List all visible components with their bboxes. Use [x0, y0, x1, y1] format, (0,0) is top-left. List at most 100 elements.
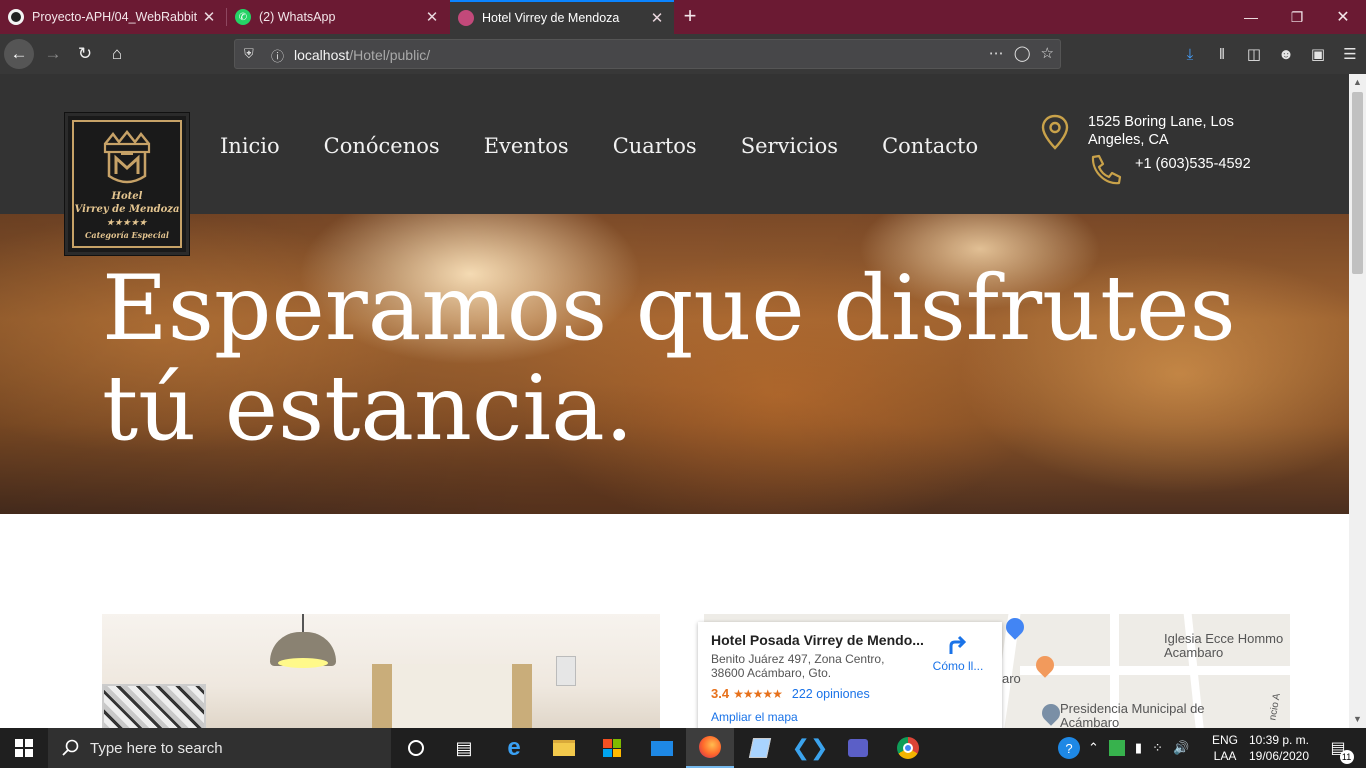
- tab-whatsapp[interactable]: ✆ (2) WhatsApp ✕: [227, 0, 449, 34]
- tab-hotel[interactable]: Hotel Virrey de Mendoza ✕: [450, 0, 674, 34]
- hero-banner: Esperamos que disfrutes tú estancia.: [0, 214, 1349, 514]
- tab-title: Hotel Virrey de Mendoza: [482, 11, 620, 25]
- language-indicator[interactable]: ENG LAA: [1208, 732, 1242, 764]
- close-window-button[interactable]: ✕: [1320, 0, 1366, 34]
- notification-center[interactable]: ▤ 11: [1318, 728, 1358, 768]
- close-icon[interactable]: ✕: [648, 9, 666, 27]
- extension-icon[interactable]: ▣: [1302, 45, 1334, 63]
- pocket-icon[interactable]: ◯: [1014, 44, 1031, 62]
- restore-button[interactable]: ❐: [1274, 0, 1320, 34]
- help-icon[interactable]: ?: [1058, 737, 1080, 759]
- sidebar-icon[interactable]: ◫: [1238, 45, 1270, 63]
- menu-item-inicio[interactable]: Inicio: [220, 134, 280, 158]
- search-icon: [62, 739, 79, 756]
- url-host: localhost: [294, 47, 350, 63]
- page-scrollbar[interactable]: ▲ ▼: [1349, 74, 1366, 728]
- back-button[interactable]: ←: [4, 39, 34, 69]
- logo-line-4: Categoría Especial: [85, 230, 169, 240]
- library-icon[interactable]: ‖: [1206, 46, 1238, 63]
- vscode-app[interactable]: ❮❯: [786, 728, 834, 768]
- shield-icon[interactable]: ⛨: [244, 46, 254, 62]
- start-button[interactable]: [0, 728, 48, 768]
- address-bar[interactable]: ⛨ ⓘ localhost/Hotel/public/ ⋯ ◯ ☆: [234, 39, 1061, 69]
- tab-title: Proyecto-APH/04_WebRabbit a: [32, 10, 200, 24]
- chrome-app[interactable]: [884, 728, 932, 768]
- menu-item-contacto[interactable]: Contacto: [882, 134, 978, 158]
- minimize-button[interactable]: —: [1228, 0, 1274, 34]
- volume-icon[interactable]: 🔊: [1173, 740, 1189, 756]
- logo-stars: ★★★★★: [106, 217, 148, 227]
- task-view-button[interactable]: ▤: [440, 728, 488, 768]
- firefox-app[interactable]: [686, 728, 734, 768]
- scrollbar-thumb[interactable]: [1352, 92, 1363, 274]
- map-label-partial: aro: [1002, 671, 1021, 686]
- menu-item-servicios[interactable]: Servicios: [741, 134, 838, 158]
- github-icon: [8, 9, 24, 25]
- directions-button[interactable]: Cómo ll...: [923, 634, 993, 673]
- phone-number[interactable]: +1 (603)535-4592: [1135, 156, 1251, 172]
- menu-item-conocenos[interactable]: Conócenos: [324, 134, 440, 158]
- download-icon[interactable]: ⤓: [1174, 46, 1206, 63]
- url-text[interactable]: localhost/Hotel/public/: [294, 47, 430, 63]
- google-map[interactable]: Iglesia Ecce Hommo Acambaro Presidencia …: [690, 614, 1290, 728]
- taskbar-clock[interactable]: 10:39 p. m. 19/06/2020: [1244, 732, 1314, 764]
- battery-icon[interactable]: ▮: [1135, 740, 1142, 756]
- task-view-icon: ▤: [455, 737, 473, 758]
- windows-taskbar: Type here to search ▤ e ❮❯ ? ⌃ ▮ ⁘ 🔊 ENG…: [0, 728, 1366, 768]
- file-explorer-app[interactable]: [540, 728, 588, 768]
- home-button[interactable]: ⌂: [102, 39, 132, 69]
- close-icon[interactable]: ✕: [200, 8, 218, 26]
- vscode-icon: ❮❯: [791, 735, 829, 760]
- scroll-down-icon[interactable]: ▼: [1349, 711, 1366, 728]
- menu-item-cuartos[interactable]: Cuartos: [613, 134, 697, 158]
- crest-icon: [103, 130, 151, 184]
- store-icon: [603, 739, 621, 757]
- logo-line-2: Virrey de Mendoza: [74, 204, 180, 215]
- reviews-link[interactable]: 222 opiniones: [792, 687, 870, 701]
- account-icon[interactable]: ☻: [1270, 46, 1302, 63]
- enlarge-map-link[interactable]: Ampliar el mapa: [711, 710, 989, 724]
- mail-app[interactable]: [638, 728, 686, 768]
- main-menu: Inicio Conócenos Eventos Cuartos Servici…: [220, 134, 1022, 158]
- map-label-presidency: Presidencia Municipal de Acámbaro: [1060, 701, 1205, 729]
- notepad-app[interactable]: [736, 728, 784, 768]
- close-icon[interactable]: ✕: [423, 8, 441, 26]
- edge-app[interactable]: e: [490, 728, 538, 768]
- logo-line-1: Hotel: [111, 191, 143, 202]
- keyboard-layout: LAA: [1213, 749, 1237, 763]
- info-icon[interactable]: ⓘ: [271, 46, 284, 65]
- air-conditioner: [556, 656, 576, 686]
- page-actions-icon[interactable]: ⋯: [989, 44, 1004, 62]
- map-place-card: Hotel Posada Virrey de Mendo... Benito J…: [698, 622, 1002, 728]
- reload-button[interactable]: ↻: [70, 39, 100, 69]
- chevron-up-icon[interactable]: ⌃: [1088, 740, 1099, 756]
- hotel-logo[interactable]: Hotel Virrey de Mendoza ★★★★★ Categoría …: [65, 113, 189, 255]
- language-code: ENG: [1211, 733, 1238, 747]
- lamp-light: [278, 658, 328, 668]
- menu-item-eventos[interactable]: Eventos: [484, 134, 569, 158]
- app-tray-icon[interactable]: [1108, 740, 1125, 756]
- scroll-up-icon[interactable]: ▲: [1349, 74, 1366, 91]
- teams-app[interactable]: [834, 728, 882, 768]
- taskbar-search[interactable]: Type here to search: [48, 728, 391, 768]
- chrome-icon: [897, 737, 919, 759]
- address-text: 1525 Boring Lane, Los Angeles, CA: [1088, 114, 1234, 148]
- cortana-button[interactable]: [392, 728, 440, 768]
- tab-github[interactable]: Proyecto-APH/04_WebRabbit a ✕: [0, 0, 226, 34]
- edge-icon: e: [507, 734, 521, 761]
- windows-logo-icon: [15, 739, 33, 757]
- map-label-church: Iglesia Ecce Hommo Acambaro: [1164, 631, 1284, 660]
- store-app[interactable]: [588, 728, 636, 768]
- forward-button[interactable]: →: [38, 39, 68, 69]
- wall-art: [102, 684, 206, 728]
- rating-stars-icon: ★★★★★: [733, 686, 783, 701]
- hotel-favicon: [458, 10, 474, 26]
- bookmark-star-icon[interactable]: ☆: [1041, 44, 1054, 62]
- browser-toolbar: ← → ↻ ⌂ ⛨ ⓘ localhost/Hotel/public/ ⋯ ◯ …: [0, 34, 1366, 74]
- browser-tab-bar: Proyecto-APH/04_WebRabbit a ✕ ✆ (2) What…: [0, 0, 1366, 34]
- wifi-icon[interactable]: ⁘: [1152, 740, 1163, 756]
- location-pin-icon: [1041, 114, 1069, 150]
- menu-icon[interactable]: ☰: [1334, 45, 1366, 63]
- new-tab-button[interactable]: +: [676, 4, 704, 30]
- place-address: Benito Juárez 497, Zona Centro, 38600 Ac…: [711, 652, 885, 680]
